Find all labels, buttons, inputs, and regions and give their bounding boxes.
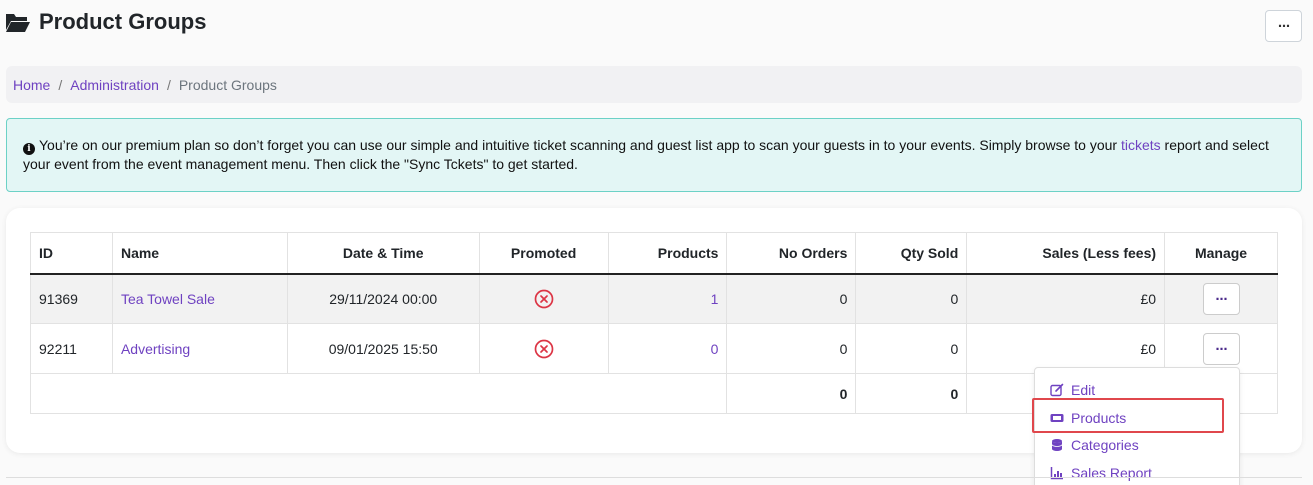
column-header-no-orders[interactable]: No Orders [726, 232, 857, 275]
cell-promoted [478, 323, 609, 374]
database-icon [1051, 439, 1063, 451]
cell-id: 91369 [30, 273, 113, 324]
table-header-row: ID Name Date & Time Promoted Products No… [30, 232, 1278, 275]
page-header: Product Groups [5, 9, 206, 35]
cell-no-orders: 0 [726, 273, 857, 324]
breadcrumb-administration[interactable]: Administration [70, 77, 159, 93]
breadcrumb-separator: / [58, 76, 63, 93]
x-circle-icon [534, 289, 553, 309]
divider [6, 477, 1302, 478]
premium-plan-alert: i You’re on our premium plan so don’t for… [6, 118, 1302, 192]
breadcrumb-current: Product Groups [178, 76, 277, 93]
products-count-link[interactable]: 0 [711, 341, 719, 357]
cell-qty-sold: 0 [855, 273, 968, 324]
menu-item-edit[interactable]: Edit [1050, 382, 1095, 398]
manage-button[interactable]: ⋯ [1202, 282, 1240, 315]
breadcrumb-separator: / [166, 76, 171, 93]
column-header-datetime[interactable]: Date & Time [286, 232, 480, 275]
cell-datetime: 09/01/2025 15:50 [286, 323, 480, 374]
alert-text-before: You’re on our premium plan so don’t forg… [39, 137, 1121, 153]
breadcrumb: Home / Administration / Product Groups [6, 66, 1302, 103]
page-menu-button[interactable]: ⋯ [1265, 10, 1302, 42]
group-name-link[interactable]: Tea Towel Sale [121, 291, 215, 307]
column-header-qty-sold[interactable]: Qty Sold [855, 232, 968, 275]
menu-item-label: Sales Report [1071, 465, 1152, 481]
breadcrumb-home[interactable]: Home [13, 77, 50, 93]
menu-item-label: Categories [1071, 437, 1139, 453]
edit-icon [1050, 383, 1064, 397]
cell-datetime: 29/11/2024 00:00 [286, 273, 480, 324]
totals-spacer [29, 373, 728, 414]
cell-sales: £0 [966, 273, 1166, 324]
folder-open-icon [6, 14, 30, 32]
column-header-sales[interactable]: Sales (Less fees) [966, 232, 1166, 275]
products-count-link[interactable]: 1 [711, 291, 719, 307]
manage-button[interactable]: ⋯ [1202, 332, 1240, 365]
page-title: Product Groups [39, 9, 207, 34]
column-header-id[interactable]: ID [30, 232, 113, 275]
table-row: 92211 Advertising 09/01/2025 15:50 0 0 0… [30, 323, 1278, 374]
x-circle-icon [534, 339, 553, 358]
menu-item-categories[interactable]: Categories [1050, 437, 1139, 453]
total-qty-sold: 0 [855, 373, 968, 414]
products-highlight-box [1032, 398, 1224, 433]
cell-qty-sold: 0 [855, 323, 968, 374]
cell-sales: £0 [966, 323, 1166, 374]
column-header-name[interactable]: Name [111, 232, 288, 275]
cell-promoted [478, 273, 609, 324]
cell-id: 92211 [30, 323, 113, 374]
total-no-orders: 0 [726, 373, 857, 414]
menu-item-sales-report[interactable]: Sales Report [1050, 465, 1152, 481]
tickets-link[interactable]: tickets [1121, 137, 1161, 153]
group-name-link[interactable]: Advertising [121, 341, 190, 357]
menu-item-label: Edit [1071, 382, 1096, 398]
column-header-products[interactable]: Products [607, 232, 728, 275]
table-row: 91369 Tea Towel Sale 29/11/2024 00:00 1 … [30, 273, 1278, 324]
column-header-manage: Manage [1164, 232, 1278, 275]
info-circle-icon: i [23, 143, 35, 155]
cell-no-orders: 0 [726, 323, 857, 374]
column-header-promoted[interactable]: Promoted [478, 232, 609, 275]
